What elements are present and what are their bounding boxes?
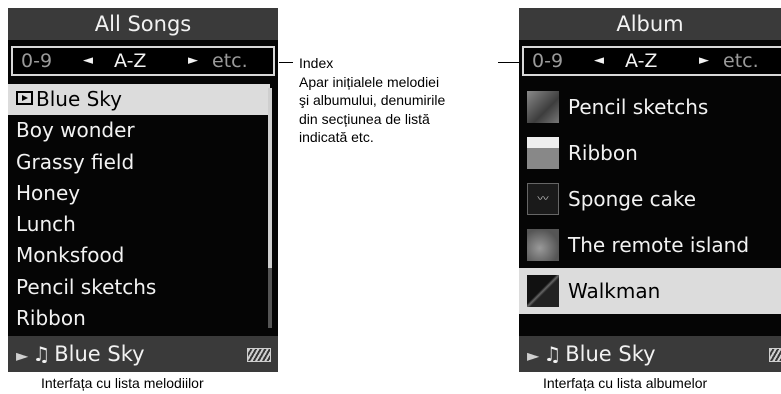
albums-title: Album [519,8,781,40]
songs-screen: All Songs 0-9 ◄ A-Z ► etc. Blue Sky Boy … [8,8,278,372]
annotation-line: indicată etc. [299,129,374,145]
album-label: Walkman [568,279,661,303]
albums-caption: Interfața cu lista albumelor [543,375,708,391]
song-item[interactable]: Lunch [8,209,270,240]
index-digits[interactable]: 0-9 [21,48,52,74]
index-next-arrow-icon[interactable]: ► [699,48,709,74]
index-next-arrow-icon[interactable]: ► [188,48,198,74]
album-art-image [527,137,559,169]
song-label: Blue Sky [36,87,123,111]
play-icon: ► [527,346,540,365]
index-etc[interactable]: etc. [723,48,759,74]
song-item[interactable]: Boy wonder [8,115,270,146]
album-label: The remote island [568,233,750,257]
album-item[interactable]: Ribbon [519,130,781,176]
songs-scrollbar[interactable] [268,88,272,328]
album-list: Pencil sketchs Ribbon 〰 Sponge cake The r… [519,84,781,314]
scrollbar-thumb[interactable] [268,88,272,268]
song-item[interactable]: Ribbon [8,303,270,334]
song-label: Lunch [16,212,76,237]
music-note-icon: ♫ [543,342,562,366]
callout-line-left [279,62,293,63]
albums-screen: Album 0-9 ◄ A-Z ► etc. Pencil sketchs Ri… [519,8,781,372]
album-item[interactable]: Pencil sketchs [519,84,781,130]
annotation-line: Apar inițialele melodiei [299,73,440,90]
annotation-heading: Index [299,55,334,71]
music-note-icon: ♫ [32,342,51,366]
index-annotation: Index Apar inițialele melodiei şi albumu… [299,54,511,147]
album-item[interactable]: 〰 Sponge cake [519,176,781,222]
wave-icon: 〰 [527,183,559,215]
annotation-line: şi albumului, denumirile [299,92,446,108]
index-prev-arrow-icon[interactable]: ◄ [594,48,604,74]
song-label: Pencil sketchs [16,274,157,299]
song-label: Grassy field [16,149,135,174]
index-current[interactable]: A-Z [625,48,657,74]
song-item[interactable]: Grassy field [8,147,270,178]
song-list: Blue Sky Boy wonder Grassy field Honey L… [8,84,270,334]
albums-index-bar[interactable]: 0-9 ◄ A-Z ► etc. [522,46,781,76]
song-label: Monksfood [16,243,125,268]
song-label: Honey [16,180,81,205]
battery-icon [247,348,271,362]
now-playing-bar: ► ♫ Blue Sky [519,336,781,372]
album-label: Pencil sketchs [568,95,709,119]
annotation-line: din secțiunea de listă [299,110,430,127]
index-current[interactable]: A-Z [114,48,146,74]
album-art-image [527,275,559,307]
playing-icon [16,91,33,105]
song-item[interactable]: Monksfood [8,240,270,271]
album-art-image [527,229,559,261]
album-label: Sponge cake [568,187,697,211]
battery-icon [769,348,781,362]
song-item[interactable]: Honey [8,178,270,209]
play-icon: ► [16,346,29,365]
index-prev-arrow-icon[interactable]: ◄ [83,48,93,74]
song-label: Ribbon [16,306,86,331]
now-playing-track: Blue Sky [54,342,145,366]
album-item[interactable]: Walkman [519,268,781,314]
song-label: Boy wonder [16,118,135,143]
now-playing-bar: ► ♫ Blue Sky [8,336,278,372]
album-art-image [527,91,559,123]
album-item[interactable]: The remote island [519,222,781,268]
songs-title: All Songs [8,8,278,40]
song-item[interactable]: Blue Sky [8,84,270,116]
songs-caption: Interfața cu lista melodiilor [41,375,204,391]
songs-index-bar[interactable]: 0-9 ◄ A-Z ► etc. [11,46,275,76]
now-playing-track: Blue Sky [565,342,656,366]
index-etc[interactable]: etc. [212,48,248,74]
album-label: Ribbon [568,141,638,165]
index-digits[interactable]: 0-9 [532,48,563,74]
song-item[interactable]: Pencil sketchs [8,272,270,303]
